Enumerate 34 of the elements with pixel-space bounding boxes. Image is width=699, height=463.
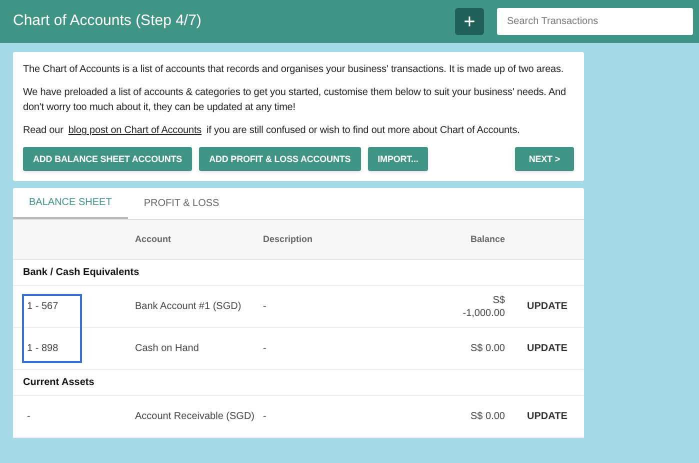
update-button[interactable]: UPDATE	[527, 409, 568, 424]
group-heading: Current Assets	[23, 376, 94, 390]
account-description: -	[263, 410, 268, 424]
account-name: Bank Account #1 (SGD)	[135, 300, 242, 314]
account-description: -	[263, 300, 268, 314]
update-button[interactable]: UPDATE	[527, 341, 568, 356]
update-button[interactable]: UPDATE	[527, 299, 568, 314]
add-button[interactable]: +	[455, 8, 484, 35]
account-code: -	[26, 410, 32, 424]
balance-amount: S$ 0.00	[470, 410, 505, 423]
search-field[interactable]: Search Transactions	[497, 8, 693, 35]
balance-amount: S$ 0.00	[470, 342, 505, 355]
account-code: 1 - 567	[26, 300, 60, 314]
action-button[interactable]: ADD PROFIT & LOSS ACCOUNTS	[199, 147, 361, 171]
tab[interactable]: PROFIT & LOSS	[128, 188, 236, 219]
page-title: Chart of Accounts (Step 4/7)	[13, 11, 202, 32]
column-header: Balance	[469, 232, 505, 246]
read-more-text: if you are still confused or wish to find out more about Chart of Accounts.	[206, 124, 520, 138]
action-button[interactable]: ADD BALANCE SHEET ACCOUNTS	[23, 147, 192, 171]
read-more-text: Read our	[23, 124, 64, 138]
account-name: Account Receivable (SGD)	[135, 410, 256, 424]
column-header: Description	[263, 232, 314, 246]
account-code: 1 - 898	[26, 342, 60, 356]
balance-amount: S$	[492, 294, 505, 306]
balance-amount: -1,000.00	[462, 306, 505, 320]
intro-paragraph: The Chart of Accounts is a list of accounts that records and organises your business' transactions. It is made up of two areas.	[23, 63, 565, 77]
intro-paragraph: We have preloaded a list of accounts & categories to get you started, customise them below to suit your business' needs. And don't worry too much about it, they can be updated at any time!	[23, 86, 567, 115]
account-description: -	[263, 342, 268, 356]
action-button[interactable]: IMPORT...	[368, 147, 428, 171]
group-heading: Bank / Cash Equivalents	[23, 266, 140, 280]
account-name: Cash on Hand	[135, 342, 200, 356]
blog-post-link[interactable]: blog post on Chart of Accounts	[68, 123, 202, 138]
next-button[interactable]: NEXT >	[514, 147, 574, 171]
column-header: Account	[135, 232, 172, 246]
